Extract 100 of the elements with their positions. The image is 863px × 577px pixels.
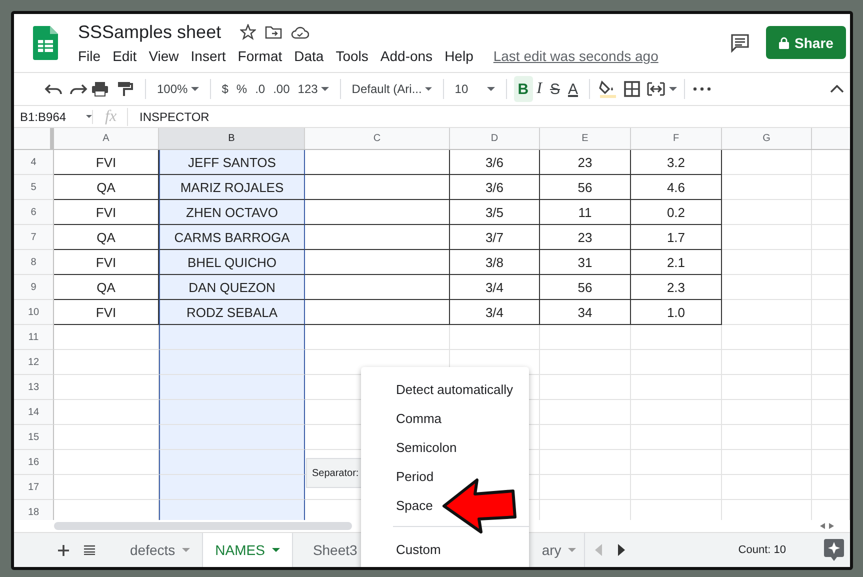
row-number[interactable]: 10 bbox=[14, 300, 54, 325]
table-cell[interactable]: 3/6 bbox=[450, 175, 540, 200]
table-cell[interactable]: 3/4 bbox=[450, 275, 540, 300]
explore-icon[interactable] bbox=[824, 539, 844, 561]
menu-option[interactable]: Space bbox=[361, 491, 529, 520]
table-cell[interactable]: 3.2 bbox=[631, 150, 722, 175]
table-cell[interactable]: BHEL QUICHO bbox=[159, 250, 305, 275]
menu-option[interactable]: Comma bbox=[361, 404, 529, 433]
scrollbar-thumb[interactable] bbox=[54, 522, 352, 530]
column-header[interactable]: G bbox=[722, 128, 812, 149]
menu-option[interactable]: Detect automatically bbox=[361, 375, 529, 404]
more-icon[interactable] bbox=[692, 87, 712, 91]
font-dropdown[interactable]: Default (Ari... bbox=[348, 76, 436, 102]
menu-option[interactable]: Period bbox=[361, 462, 529, 491]
row-number[interactable]: 14 bbox=[14, 400, 54, 425]
menu-item[interactable]: Format bbox=[232, 48, 288, 64]
table-cell[interactable] bbox=[159, 325, 305, 350]
table-cell[interactable]: DAN QUEZON bbox=[159, 275, 305, 300]
table-cell[interactable]: 3/8 bbox=[450, 250, 540, 275]
table-cell[interactable]: 11 bbox=[540, 200, 631, 225]
column-header[interactable]: D bbox=[450, 128, 540, 149]
menu-item[interactable]: View bbox=[142, 48, 185, 64]
row-number[interactable]: 6 bbox=[14, 200, 54, 225]
table-cell[interactable]: 4.6 bbox=[631, 175, 722, 200]
table-cell[interactable]: 1.0 bbox=[631, 300, 722, 325]
table-cell[interactable] bbox=[305, 300, 450, 325]
table-cell[interactable]: 23 bbox=[540, 150, 631, 175]
row-number[interactable]: 17 bbox=[14, 475, 54, 500]
table-cell[interactable] bbox=[305, 175, 450, 200]
row-number[interactable]: 13 bbox=[14, 375, 54, 400]
table-cell[interactable] bbox=[305, 275, 450, 300]
table-cell[interactable] bbox=[159, 425, 305, 450]
comment-icon[interactable] bbox=[730, 32, 750, 52]
table-cell[interactable]: RODZ SEBALA bbox=[159, 300, 305, 325]
row-number[interactable]: 11 bbox=[14, 325, 54, 350]
table-cell[interactable]: 1.7 bbox=[631, 225, 722, 250]
menu-item[interactable]: File bbox=[78, 48, 107, 64]
table-cell[interactable] bbox=[305, 225, 450, 250]
row-number[interactable]: 12 bbox=[14, 350, 54, 375]
menu-item[interactable]: Add-ons bbox=[374, 48, 439, 64]
table-cell[interactable] bbox=[305, 150, 450, 175]
table-cell[interactable]: 3/7 bbox=[450, 225, 540, 250]
row-number[interactable]: 18 bbox=[14, 500, 54, 520]
row-number[interactable]: 9 bbox=[14, 275, 54, 300]
menu-item[interactable]: Help bbox=[438, 48, 480, 64]
selection-count[interactable]: Count: 10 bbox=[738, 544, 786, 556]
table-cell[interactable]: 3/6 bbox=[450, 150, 540, 175]
spreadsheet-logo-icon[interactable] bbox=[33, 26, 58, 60]
row-number[interactable]: 7 bbox=[14, 225, 54, 250]
table-cell[interactable]: 2.1 bbox=[631, 250, 722, 275]
table-cell[interactable]: JEFF SANTOS bbox=[159, 150, 305, 175]
table-cell[interactable]: ZHEN OCTAVO bbox=[159, 200, 305, 225]
table-cell[interactable]: 34 bbox=[540, 300, 631, 325]
table-cell[interactable] bbox=[159, 500, 305, 520]
number-format-dropdown[interactable]: 123 bbox=[294, 76, 333, 102]
font-size-dropdown[interactable]: 10 bbox=[450, 76, 499, 102]
format-button[interactable]: I bbox=[532, 76, 546, 102]
separator-chip[interactable]: Separator: bbox=[306, 458, 362, 488]
format-button[interactable]: B bbox=[514, 76, 533, 102]
column-header[interactable]: E bbox=[540, 128, 631, 149]
menu-item[interactable]: Insert bbox=[184, 48, 232, 64]
next-sheet-icon[interactable] bbox=[618, 544, 626, 556]
table-cell[interactable]: CARMS BARROGA bbox=[159, 225, 305, 250]
table-cell[interactable] bbox=[305, 200, 450, 225]
format-button[interactable]: .00 bbox=[269, 76, 294, 102]
column-header[interactable]: B bbox=[159, 128, 305, 149]
share-button[interactable]: Share bbox=[766, 26, 846, 59]
table-cell[interactable] bbox=[159, 400, 305, 425]
folder-icon[interactable] bbox=[265, 25, 282, 39]
table-cell[interactable]: 56 bbox=[540, 175, 631, 200]
table-cell[interactable]: 23 bbox=[540, 225, 631, 250]
table-cell[interactable]: 2.3 bbox=[631, 275, 722, 300]
scroll-left-icon[interactable] bbox=[820, 523, 825, 529]
table-cell[interactable] bbox=[159, 475, 305, 500]
format-button[interactable]: A bbox=[564, 76, 582, 102]
row-number[interactable]: 4 bbox=[14, 150, 54, 175]
zoom-dropdown[interactable]: 100% bbox=[153, 76, 203, 102]
menu-icon[interactable] bbox=[84, 545, 95, 555]
menu-item[interactable]: Tools bbox=[330, 48, 374, 64]
table-cell[interactable]: MARIZ ROJALES bbox=[159, 175, 305, 200]
table-cell[interactable] bbox=[159, 375, 305, 400]
collapse-icon[interactable] bbox=[830, 85, 844, 93]
table-cell[interactable] bbox=[159, 450, 305, 475]
menu-option[interactable]: Semicolon bbox=[361, 433, 529, 462]
document-title[interactable]: SSSamples sheet bbox=[78, 22, 222, 42]
formula-value[interactable]: INSPECTOR bbox=[140, 110, 210, 124]
table-cell[interactable]: 31 bbox=[540, 250, 631, 275]
row-number[interactable]: 15 bbox=[14, 425, 54, 450]
row-number[interactable]: 16 bbox=[14, 450, 54, 475]
previous-sheet-icon[interactable] bbox=[595, 544, 602, 556]
menu-item[interactable]: Data bbox=[288, 48, 330, 64]
column-header[interactable]: C bbox=[305, 128, 450, 149]
star-icon[interactable] bbox=[240, 24, 256, 40]
table-cell[interactable]: 0.2 bbox=[631, 200, 722, 225]
last-edit-link[interactable]: Last edit was seconds ago bbox=[493, 48, 658, 64]
column-header[interactable]: F bbox=[631, 128, 722, 149]
scroll-right-icon[interactable] bbox=[829, 523, 834, 529]
menu-item[interactable]: Edit bbox=[106, 48, 143, 64]
table-cell[interactable]: 3/5 bbox=[450, 200, 540, 225]
name-box[interactable]: B1:B964 bbox=[14, 110, 93, 124]
